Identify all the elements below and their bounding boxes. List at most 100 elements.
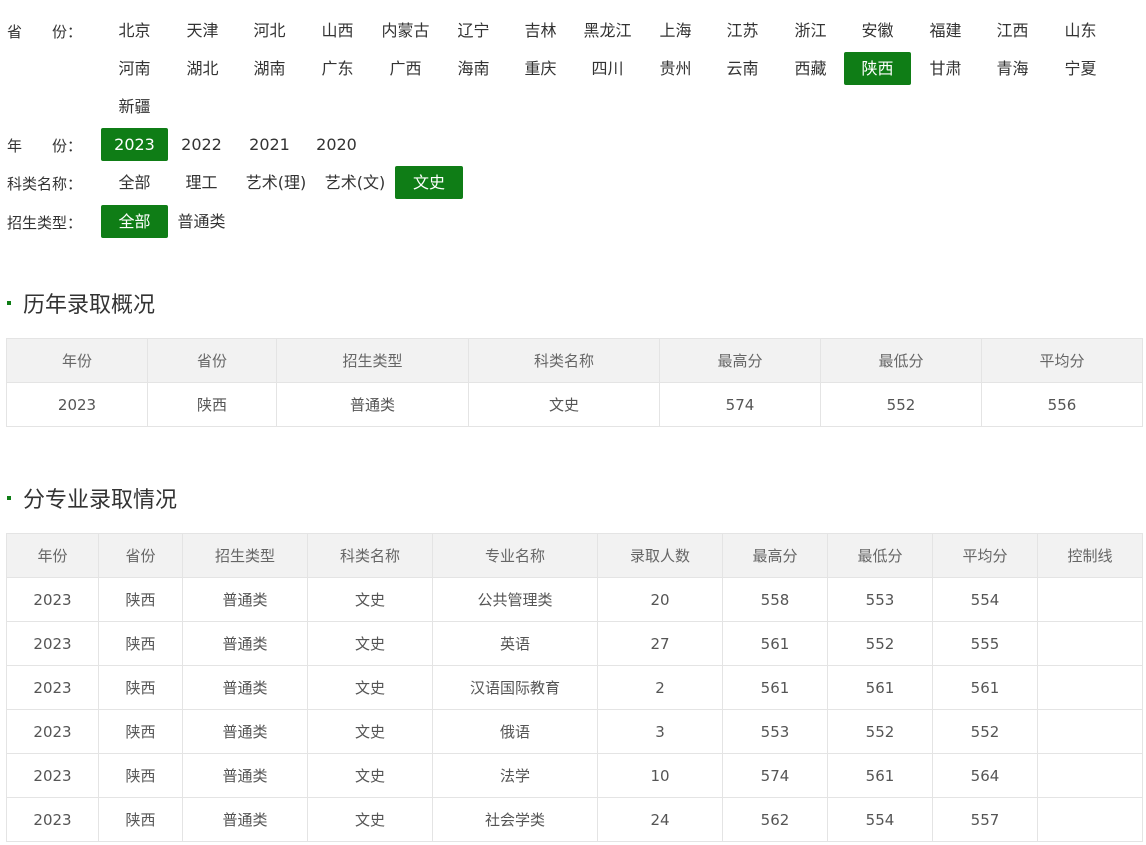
bullet-icon <box>7 301 11 305</box>
filter-label-year: 年 份： <box>7 137 83 155</box>
table-cell: 普通类 <box>182 753 308 798</box>
province-option[interactable]: 西藏 <box>777 52 844 85</box>
province-option[interactable]: 湖南 <box>236 52 303 85</box>
table-cell: 554 <box>827 797 933 842</box>
column-header: 年份 <box>6 338 148 383</box>
table-cell: 557 <box>932 797 1038 842</box>
filter-label-subject: 科类名称： <box>7 175 83 193</box>
province-option[interactable]: 天津 <box>169 14 236 47</box>
bullet-icon <box>7 496 11 500</box>
province-option[interactable]: 广西 <box>372 52 439 85</box>
column-header: 招生类型 <box>276 338 469 383</box>
province-option[interactable]: 重庆 <box>507 52 574 85</box>
province-option[interactable]: 广东 <box>304 52 371 85</box>
overview-table: 年份 省份 招生类型 科类名称 最高分 最低分 平均分 2023 陕西 普通类 文史 574 552 5… <box>6 338 1143 427</box>
province-option[interactable]: 黑龙江 <box>574 14 641 47</box>
table-cell: 文史 <box>307 709 433 754</box>
type-option[interactable]: 普通类 <box>168 205 235 238</box>
year-option[interactable]: 2021 <box>236 128 303 161</box>
province-option[interactable]: 内蒙古 <box>372 14 439 47</box>
table-cell: 561 <box>827 665 933 710</box>
province-option[interactable]: 吉林 <box>507 14 574 47</box>
table-cell: 561 <box>827 753 933 798</box>
column-header: 平均分 <box>981 338 1143 383</box>
column-header: 控制线 <box>1037 533 1143 578</box>
table-cell: 561 <box>722 621 828 666</box>
table-cell: 2 <box>597 665 723 710</box>
table-cell: 3 <box>597 709 723 754</box>
province-option[interactable]: 山西 <box>304 14 371 47</box>
year-option[interactable]: 2020 <box>303 128 370 161</box>
table-cell: 554 <box>932 577 1038 622</box>
province-option[interactable]: 湖北 <box>169 52 236 85</box>
province-option[interactable]: 上海 <box>642 14 709 47</box>
column-header: 最低分 <box>827 533 933 578</box>
table-cell: 553 <box>827 577 933 622</box>
table-cell: 574 <box>659 382 821 427</box>
table-cell: 文史 <box>307 665 433 710</box>
subject-option[interactable]: 理工 <box>168 166 235 199</box>
section-title-text: 历年录取概况 <box>23 293 156 318</box>
table-row: 2023 陕西 普通类 文史 574 552 556 <box>6 382 1143 427</box>
table-cell: 555 <box>932 621 1038 666</box>
province-option[interactable]: 江西 <box>979 14 1046 47</box>
table-row: 2023 陕西 普通类 文史 英语 27 561 552 555 <box>6 621 1143 666</box>
table-row: 2023 陕西 普通类 文史 法学 10 574 561 564 <box>6 753 1143 798</box>
table-cell: 10 <box>597 753 723 798</box>
province-option[interactable]: 北京 <box>101 14 168 47</box>
column-header: 年份 <box>6 533 99 578</box>
province-option[interactable]: 甘肃 <box>912 52 979 85</box>
column-header: 招生类型 <box>182 533 308 578</box>
province-option[interactable]: 海南 <box>440 52 507 85</box>
table-cell <box>1037 621 1143 666</box>
table-row: 2023 陕西 普通类 文史 公共管理类 20 558 553 554 <box>6 577 1143 622</box>
subject-option[interactable]: 艺术(文) <box>318 166 392 199</box>
province-option[interactable]: 四川 <box>574 52 641 85</box>
table-cell: 553 <box>722 709 828 754</box>
province-option[interactable]: 贵州 <box>642 52 709 85</box>
province-option[interactable]: 陕西 <box>844 52 911 85</box>
year-option[interactable]: 2023 <box>101 128 168 161</box>
province-option[interactable]: 安徽 <box>844 14 911 47</box>
province-option[interactable]: 青海 <box>979 52 1046 85</box>
province-option[interactable]: 云南 <box>709 52 776 85</box>
subject-option[interactable]: 艺术(理) <box>240 166 312 199</box>
type-option[interactable]: 全部 <box>101 205 168 238</box>
table-cell: 552 <box>827 709 933 754</box>
table-row: 2023 陕西 普通类 文史 社会学类 24 562 554 557 <box>6 797 1143 842</box>
province-option[interactable]: 福建 <box>912 14 979 47</box>
table-cell: 2023 <box>6 665 99 710</box>
table-cell <box>1037 665 1143 710</box>
column-header: 专业名称 <box>432 533 598 578</box>
table-cell: 法学 <box>432 753 598 798</box>
table-cell: 2023 <box>6 753 99 798</box>
column-header: 省份 <box>98 533 183 578</box>
table-cell: 文史 <box>307 753 433 798</box>
table-cell: 2023 <box>6 621 99 666</box>
year-option[interactable]: 2022 <box>168 128 235 161</box>
column-header: 最低分 <box>820 338 982 383</box>
province-option[interactable]: 江苏 <box>709 14 776 47</box>
column-header: 最高分 <box>659 338 821 383</box>
table-cell: 陕西 <box>98 753 183 798</box>
province-option[interactable]: 辽宁 <box>440 14 507 47</box>
province-option[interactable]: 宁夏 <box>1047 52 1114 85</box>
table-cell: 564 <box>932 753 1038 798</box>
table-cell: 陕西 <box>98 621 183 666</box>
table-row: 2023 陕西 普通类 文史 俄语 3 553 552 552 <box>6 709 1143 754</box>
province-option[interactable]: 山东 <box>1047 14 1114 47</box>
province-option[interactable]: 浙江 <box>777 14 844 47</box>
table-cell: 文史 <box>468 382 660 427</box>
table-cell: 普通类 <box>182 621 308 666</box>
table-cell: 20 <box>597 577 723 622</box>
column-header: 科类名称 <box>307 533 433 578</box>
subject-option[interactable]: 文史 <box>395 166 463 199</box>
column-header: 平均分 <box>932 533 1038 578</box>
table-cell <box>1037 709 1143 754</box>
province-option[interactable]: 新疆 <box>101 90 168 123</box>
subject-option[interactable]: 全部 <box>101 166 168 199</box>
province-option[interactable]: 河南 <box>101 52 168 85</box>
province-option[interactable]: 河北 <box>236 14 303 47</box>
section-title-overview: 历年录取概况 <box>7 287 155 319</box>
table-cell: 普通类 <box>276 382 469 427</box>
